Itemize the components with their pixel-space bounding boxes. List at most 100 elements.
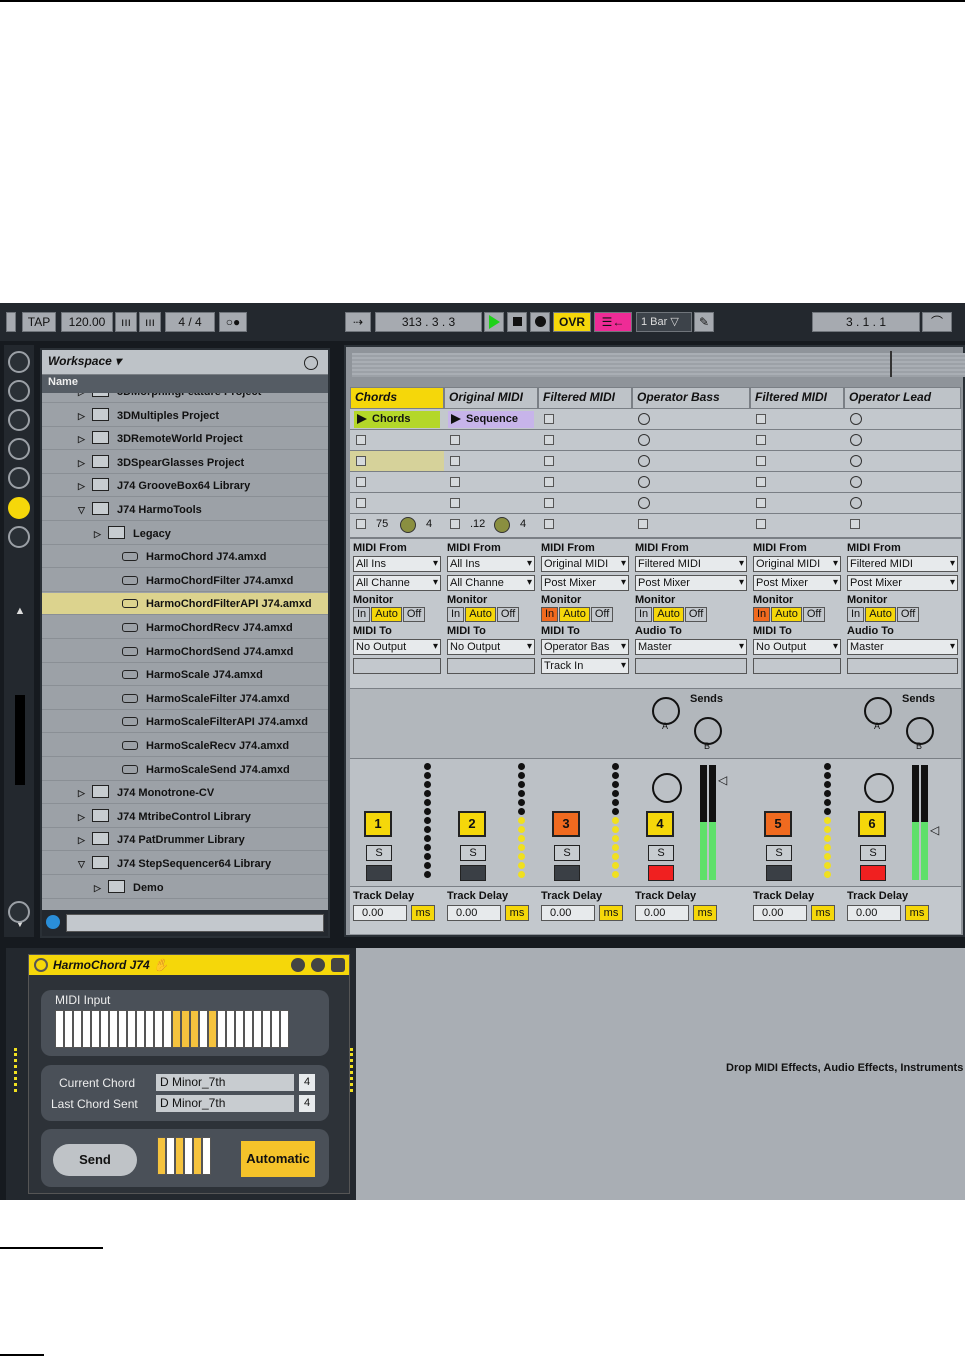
clip-stop-icon[interactable] <box>756 477 766 487</box>
arrangement-position-field[interactable]: 313 . 3 . 3 <box>375 312 482 332</box>
track-name[interactable]: Filtered MIDI <box>750 387 844 409</box>
device-map-icon[interactable] <box>291 958 305 972</box>
param-knob-icon[interactable] <box>400 517 416 533</box>
browser-item[interactable]: HarmoChordRecv J74.amxd <box>42 617 328 639</box>
output-dropdown[interactable]: Master <box>847 639 958 655</box>
monitor-off-button[interactable]: Off <box>496 607 520 622</box>
expanded-arrow-icon[interactable]: ▽ <box>78 853 88 875</box>
clip-stop-icon[interactable] <box>450 435 460 445</box>
volume-slider-icon[interactable]: ◁ <box>718 773 727 787</box>
output-dropdown[interactable]: Master <box>635 639 747 655</box>
output-dropdown[interactable]: Operator Bas <box>541 639 629 655</box>
browser-item[interactable]: HarmoChordFilterAPI J74.amxd <box>42 593 328 616</box>
overdub-button[interactable]: OVR <box>553 312 591 332</box>
track-name[interactable]: Original MIDI <box>444 387 538 409</box>
browser-item[interactable]: ▷ J74 Monotrone-CV <box>42 782 328 805</box>
clip-slot[interactable] <box>750 493 844 514</box>
device-grip[interactable] <box>14 1048 17 1092</box>
clip-slot[interactable] <box>750 430 844 451</box>
track-activator-button[interactable]: 4 <box>646 811 674 837</box>
send-button[interactable]: Send <box>53 1144 137 1176</box>
metronome-icon[interactable]: ○● <box>219 312 247 332</box>
collapsed-arrow-icon[interactable]: ▷ <box>78 405 88 427</box>
track-delay-value[interactable]: 0.00 <box>353 905 407 921</box>
devices-icon[interactable] <box>8 380 30 402</box>
solo-button[interactable]: S <box>648 845 674 861</box>
browser-item[interactable]: HarmoChordSend J74.amxd <box>42 641 328 663</box>
collapsed-arrow-icon[interactable]: ▷ <box>78 806 88 828</box>
track-name[interactable]: Chords <box>350 387 444 409</box>
monitor-auto-button[interactable]: Auto <box>865 607 896 622</box>
clip-slot[interactable] <box>844 493 961 514</box>
tempo-field[interactable]: 120.00 <box>61 312 113 332</box>
track-activator-button[interactable]: 6 <box>858 811 886 837</box>
grip-handle[interactable] <box>6 312 16 332</box>
track-delay-value[interactable]: 0.00 <box>753 905 807 921</box>
device-edit-icon[interactable] <box>311 958 325 972</box>
browser-item[interactable]: ▷ J74 GrooveBox64 Library <box>42 475 328 498</box>
clip-slot[interactable] <box>444 493 538 514</box>
input-type-dropdown[interactable]: All Ins <box>447 556 535 572</box>
browser-item[interactable]: HarmoChordFilter J74.amxd <box>42 570 328 592</box>
arm-button[interactable] <box>366 865 392 881</box>
hotswap-icon[interactable] <box>46 915 60 929</box>
clip-record-icon[interactable] <box>850 455 862 467</box>
monitor-auto-button[interactable]: Auto <box>371 607 402 622</box>
clip-stop-icon[interactable] <box>756 519 766 529</box>
ms-toggle[interactable]: ms <box>693 905 717 921</box>
input-channel-dropdown[interactable]: Post Mixer <box>847 575 958 591</box>
groove-pool-icon[interactable] <box>8 901 30 923</box>
input-channel-dropdown[interactable]: Post Mixer <box>635 575 747 591</box>
name-column-header[interactable]: Name <box>42 375 328 393</box>
track-delay-value[interactable]: 0.00 <box>447 905 501 921</box>
collapsed-arrow-icon[interactable]: ▷ <box>78 452 88 474</box>
clip-play-icon[interactable] <box>357 414 367 424</box>
overview-ruler[interactable] <box>352 353 965 377</box>
automation-curve-icon[interactable]: ⌒ <box>922 312 952 332</box>
nudge-up-icon[interactable]: ııı <box>139 312 161 332</box>
browser-item[interactable]: ▷ 3DMorphingFeature Project <box>42 393 328 403</box>
track-activator-button[interactable]: 1 <box>364 811 392 837</box>
clip-slot[interactable] <box>632 451 750 472</box>
clip-slot[interactable] <box>844 430 961 451</box>
monitor-in-button[interactable]: In <box>635 607 653 622</box>
output-dropdown[interactable]: No Output <box>447 639 535 655</box>
piano-key[interactable] <box>199 1010 208 1048</box>
clip-stop-icon[interactable] <box>450 477 460 487</box>
solo-button[interactable]: S <box>860 845 886 861</box>
arm-button[interactable] <box>766 865 792 881</box>
clip-slot[interactable] <box>750 409 844 430</box>
workspace-dropdown[interactable]: Workspace ▾ <box>48 354 121 368</box>
clip-slot[interactable] <box>350 493 444 514</box>
nudge-down-icon[interactable]: ııı <box>115 312 137 332</box>
clip[interactable]: Sequence <box>448 411 534 428</box>
track-name[interactable]: Filtered MIDI <box>538 387 632 409</box>
clip-record-icon[interactable] <box>638 476 650 488</box>
expanded-arrow-icon[interactable]: ▽ <box>78 499 88 521</box>
solo-button[interactable]: S <box>766 845 792 861</box>
piano-key[interactable] <box>145 1010 154 1048</box>
clip-slot[interactable]: Sequence <box>444 409 538 430</box>
scroll-thumb[interactable] <box>15 695 25 785</box>
monitor-off-button[interactable]: Off <box>896 607 920 622</box>
piano-key[interactable] <box>82 1010 91 1048</box>
ms-toggle[interactable]: ms <box>411 905 435 921</box>
input-channel-dropdown[interactable]: All Channe <box>447 575 535 591</box>
clip-slot[interactable] <box>844 409 961 430</box>
draw-mode-icon[interactable]: ✎ <box>694 312 714 332</box>
track-delay-value[interactable]: 0.00 <box>635 905 689 921</box>
browser-scrollbar[interactable]: ▲ ▼ <box>12 605 28 930</box>
clip-record-icon[interactable] <box>850 476 862 488</box>
follow-icon[interactable]: ⇢ <box>345 312 371 332</box>
search-icon[interactable] <box>304 356 318 370</box>
back-to-arrangement-icon[interactable]: ☰← <box>594 312 632 332</box>
clip-slot[interactable] <box>750 451 844 472</box>
workspace-place-icon[interactable] <box>8 497 30 519</box>
piano-key[interactable] <box>118 1010 127 1048</box>
clip-stop-icon[interactable] <box>544 519 554 529</box>
clip-slot[interactable] <box>632 493 750 514</box>
piano-key[interactable] <box>190 1010 199 1048</box>
piano-key[interactable] <box>100 1010 109 1048</box>
piano-key[interactable] <box>157 1137 166 1175</box>
refresh-icon[interactable] <box>8 526 30 548</box>
